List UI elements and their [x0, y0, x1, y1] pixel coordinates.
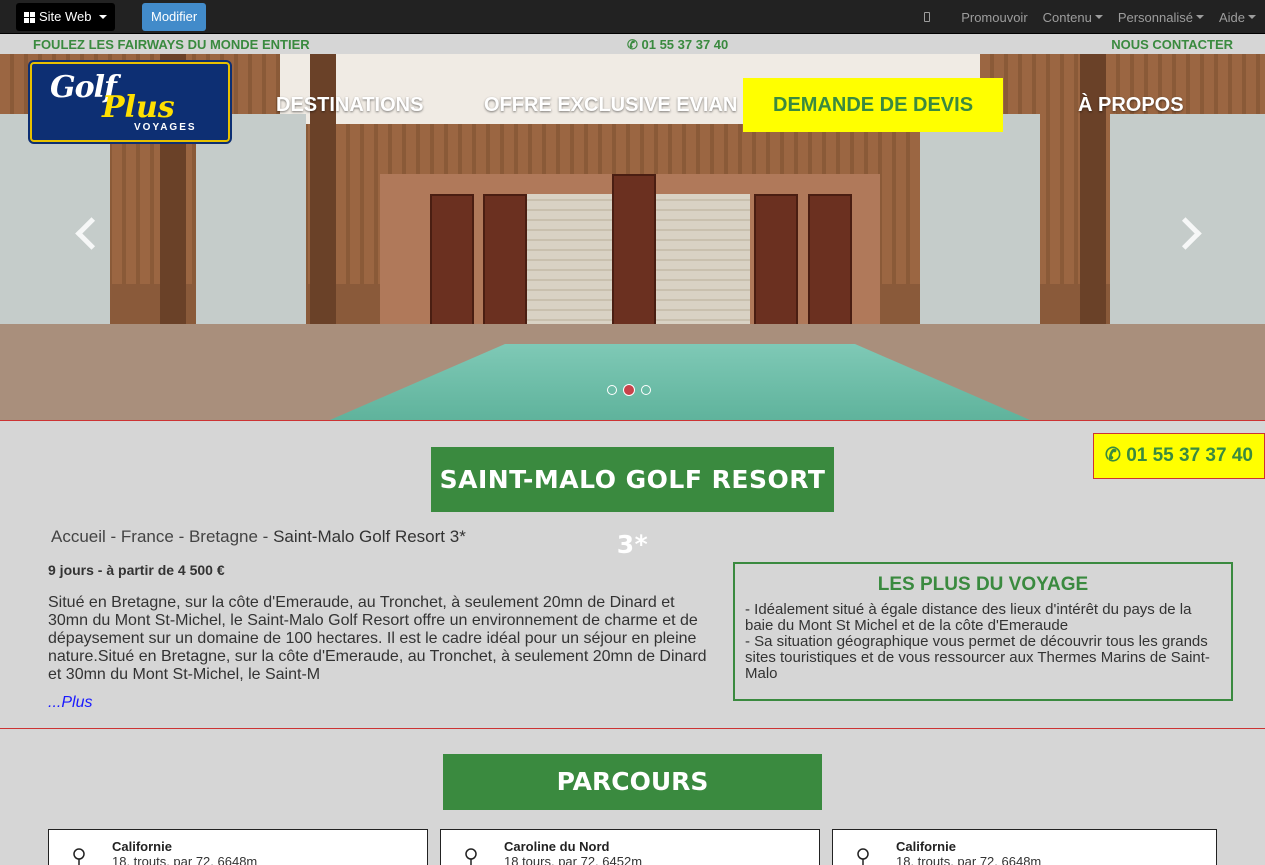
breadcrumb-accueil[interactable]: Accueil: [51, 527, 106, 546]
carousel-prev-arrow-icon[interactable]: [74, 214, 98, 254]
admin-menu-aide[interactable]: Aide: [1219, 10, 1256, 25]
modifier-button[interactable]: Modifier: [142, 3, 207, 31]
carousel-indicators: [607, 384, 651, 396]
carousel-dot[interactable]: [641, 385, 651, 395]
breadcrumb-separator: -: [173, 527, 189, 546]
admin-menu-label: Personnalisé: [1117, 9, 1193, 25]
hero-image-door: [754, 194, 798, 334]
course-name: Californie: [896, 839, 956, 854]
carousel-dot-active[interactable]: [623, 384, 635, 396]
nav-offre-evian[interactable]: OFFRE EXCLUSIVE EVIAN: [484, 78, 737, 132]
chevron-down-icon: [98, 15, 107, 19]
hero-image-door: [612, 174, 656, 334]
admin-menu: Promouvoir Contenu Personnalisé Aide: [924, 0, 1256, 34]
read-more-link[interactable]: ...Plus: [48, 694, 92, 712]
hero-image-door: [483, 194, 527, 334]
chevron-down-icon: [1248, 15, 1256, 19]
admin-menu-contenu[interactable]: Contenu: [1043, 10, 1103, 25]
main-nav: DESTINATIONS OFFRE EXCLUSIVE EVIAN DEMAN…: [0, 78, 1265, 132]
grid-icon: [24, 11, 35, 23]
breadcrumb-france[interactable]: France: [121, 527, 174, 546]
tagline: FOULEZ LES FAIRWAYS DU MONDE ENTIER: [33, 37, 310, 52]
course-name: Caroline du Nord: [504, 839, 610, 854]
course-name: Californie: [112, 839, 172, 854]
phone-callout[interactable]: ✆ 01 55 37 37 40: [1093, 433, 1265, 479]
course-info: 18 tours, par 72, 6452m: [504, 854, 643, 865]
hero-carousel: Golf Plus VOYAGES DESTINATIONS OFFRE EXC…: [0, 54, 1265, 420]
golf-flag-icon: [465, 848, 477, 865]
divider: [0, 728, 1265, 729]
golf-flag-icon: [857, 848, 869, 865]
carousel-next-arrow-icon[interactable]: [1176, 214, 1200, 254]
les-plus-box: LES PLUS DU VOYAGE - Idéalement situé à …: [733, 562, 1233, 701]
admin-menu-label: Contenu: [1042, 9, 1092, 25]
parcours-title: PARCOURS: [443, 754, 822, 810]
mobile-icon[interactable]: [924, 12, 931, 22]
chevron-down-icon: [1195, 15, 1204, 19]
course-info: 18, trouts, par 72, 6648m: [112, 854, 258, 865]
nav-destinations[interactable]: DESTINATIONS: [276, 78, 423, 132]
divider: [0, 420, 1265, 421]
description-text: Situé en Bretagne, sur la côte d'Emeraud…: [48, 594, 707, 683]
site-web-label: Site Web: [39, 9, 92, 24]
site-web-menu-button[interactable]: Site Web: [16, 3, 115, 31]
les-plus-item: - Idéalement situé à égale distance des …: [745, 601, 1192, 634]
chevron-down-icon: [1094, 15, 1103, 19]
carousel-dot[interactable]: [607, 385, 617, 395]
admin-menu-label: Aide: [1218, 9, 1245, 25]
golf-flag-icon: [73, 848, 85, 865]
course-info: 18, trouts, par 72, 6648m: [896, 854, 1042, 865]
breadcrumb-current: Saint-Malo Golf Resort 3*: [273, 527, 466, 546]
course-card[interactable]: Caroline du Nord 18 tours, par 72, 6452m: [440, 829, 820, 865]
page-title: SAINT-MALO GOLF RESORT 3*: [431, 447, 834, 559]
breadcrumb-separator: -: [105, 527, 121, 546]
nav-demande-devis[interactable]: DEMANDE DE DEVIS: [743, 78, 1004, 132]
breadcrumb-bretagne[interactable]: Bretagne: [189, 527, 258, 546]
top-info-strip: FOULEZ LES FAIRWAYS DU MONDE ENTIER ✆ 01…: [0, 34, 1265, 54]
admin-menu-personnalise[interactable]: Personnalisé: [1118, 10, 1204, 25]
hero-image-door: [430, 194, 474, 334]
price-info: 9 jours - à partir de 4 500 €: [48, 562, 225, 578]
admin-menu-label: Promouvoir: [961, 9, 1028, 25]
admin-menu-promouvoir[interactable]: Promouvoir: [961, 10, 1027, 25]
breadcrumb: Accueil - France - Bretagne - Saint-Malo…: [51, 527, 466, 547]
hero-image-door: [808, 194, 852, 334]
course-card[interactable]: Californie 18, trouts, par 72, 6648m: [48, 829, 428, 865]
nav-a-propos[interactable]: À PROPOS: [1078, 78, 1184, 132]
contact-link[interactable]: NOUS CONTACTER: [1111, 37, 1233, 52]
header-phone[interactable]: ✆ 01 55 37 37 40: [627, 37, 728, 53]
breadcrumb-separator: -: [257, 527, 274, 546]
course-card[interactable]: Californie 18, trouts, par 72, 6648m: [832, 829, 1217, 865]
les-plus-title: LES PLUS DU VOYAGE: [877, 574, 1089, 595]
les-plus-item: - Sa situation géographique vous permet …: [745, 633, 1210, 682]
admin-bar: Site Web Modifier Promouvoir Contenu Per…: [0, 0, 1265, 34]
